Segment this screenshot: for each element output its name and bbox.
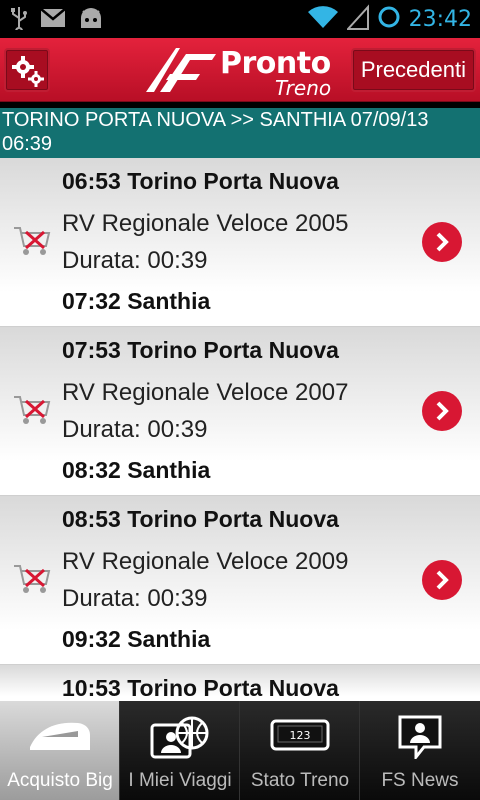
train-row[interactable]: 06:53 Torino Porta Nuova RV Regionale Ve… <box>0 158 480 327</box>
arrival-text: 07:32 Santhia <box>62 288 211 314</box>
train-list[interactable]: 06:53 Torino Porta Nuova RV Regionale Ve… <box>0 158 480 701</box>
departure-text: 10:53 Torino Porta Nuova <box>62 675 339 701</box>
bottom-tab-bar: Acquisto Big I Miei Viaggi 123 Stato Tre… <box>0 701 480 800</box>
duration-text: Durata: 00:39 <box>62 416 208 443</box>
arrival-text: 08:32 Santhia <box>62 457 211 483</box>
train-row[interactable]: 08:53 Torino Porta Nuova RV Regionale Ve… <box>0 496 480 665</box>
sync-icon <box>377 5 401 33</box>
system-icons: 23:42 <box>307 4 472 34</box>
previous-button[interactable]: Precedenti <box>350 48 476 92</box>
train-icon <box>28 715 92 759</box>
train-name: RV Regionale Veloce 2009 <box>62 548 349 575</box>
chevron-right-icon <box>436 570 449 590</box>
tab-fs-news[interactable]: FS News <box>360 701 480 800</box>
departure-text: 06:53 Torino Porta Nuova <box>62 168 339 194</box>
action-bar: Pronto Treno Precedenti <box>0 38 480 102</box>
details-button[interactable] <box>422 560 462 600</box>
news-icon <box>396 715 444 763</box>
logo-subtitle: Treno <box>275 76 332 100</box>
cart-unavailable-icon <box>12 224 52 262</box>
settings-button[interactable] <box>4 48 50 92</box>
cart-unavailable-icon <box>12 393 52 431</box>
signal-icon <box>345 4 369 34</box>
duration-text: Durata: 00:39 <box>62 247 208 274</box>
train-row[interactable]: 10:53 Torino Porta Nuova <box>0 665 480 701</box>
departure-text: 07:53 Torino Porta Nuova <box>62 337 339 363</box>
tab-label: Stato Treno <box>250 770 350 791</box>
details-button[interactable] <box>422 391 462 431</box>
tab-stato-treno[interactable]: 123 Stato Treno <box>240 701 360 800</box>
notification-icons <box>10 6 104 35</box>
departure-text: 08:53 Torino Porta Nuova <box>62 506 339 532</box>
train-name: RV Regionale Veloce 2005 <box>62 210 349 237</box>
duration-text: Durata: 00:39 <box>62 585 208 612</box>
tab-miei-viaggi[interactable]: I Miei Viaggi <box>120 701 240 800</box>
train-row[interactable]: 07:53 Torino Porta Nuova RV Regionale Ve… <box>0 327 480 496</box>
settings-icon <box>12 56 44 87</box>
train-status-icon: 123 <box>270 715 330 759</box>
details-button[interactable] <box>422 222 462 262</box>
app-logo: Pronto Treno <box>140 44 340 100</box>
android-icon <box>78 6 104 34</box>
train-status-icon-text: 123 <box>289 729 310 742</box>
tab-label: I Miei Viaggi <box>128 770 232 791</box>
chevron-right-icon <box>436 401 449 421</box>
my-trips-icon <box>150 715 210 763</box>
gmail-icon <box>40 8 66 32</box>
fs-logo-icon <box>146 48 216 92</box>
tab-label: Acquisto Big <box>7 770 113 791</box>
route-header: TORINO PORTA NUOVA >> SANTHIA 07/09/13 0… <box>0 108 480 158</box>
usb-icon <box>10 6 28 35</box>
tab-label: FS News <box>381 770 459 791</box>
wifi-icon <box>307 4 339 34</box>
status-bar: 23:42 <box>0 0 480 38</box>
clock: 23:42 <box>408 6 472 32</box>
tab-acquisto-biglietti[interactable]: Acquisto Big <box>0 701 120 800</box>
chevron-right-icon <box>436 232 449 252</box>
arrival-text: 09:32 Santhia <box>62 626 211 652</box>
cart-unavailable-icon <box>12 562 52 600</box>
train-name: RV Regionale Veloce 2007 <box>62 379 349 406</box>
